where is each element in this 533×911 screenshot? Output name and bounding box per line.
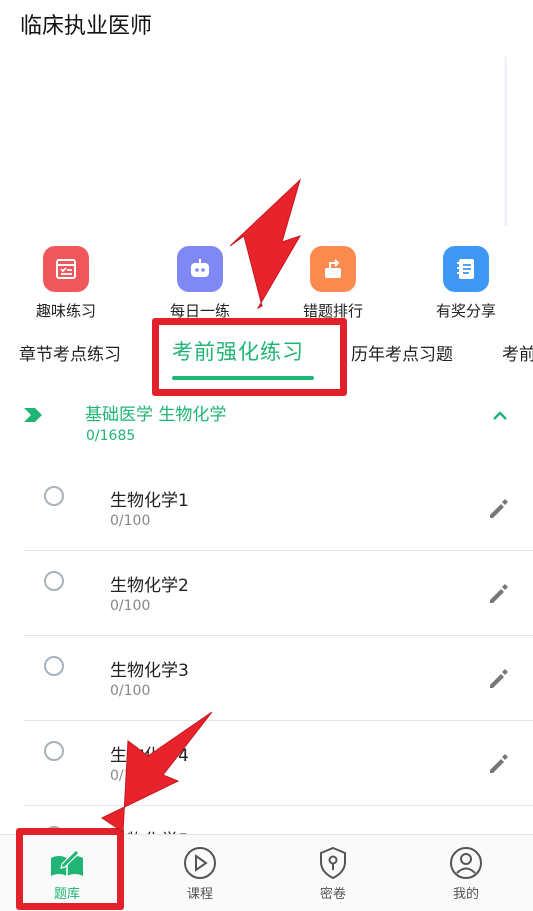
- play-circle-icon: [180, 845, 220, 881]
- highlight-box-nav: [16, 828, 124, 910]
- highlight-box-tab: [152, 318, 347, 396]
- list-item-title: 生物化学1: [110, 491, 189, 511]
- list-item[interactable]: 生物化学2 0/100: [0, 551, 533, 636]
- secret-paper-icon: [313, 845, 353, 881]
- user-icon: [446, 845, 486, 881]
- quick-action-share-reward[interactable]: 有奖分享: [418, 246, 514, 321]
- list-item[interactable]: 生物化学4 0/100: [0, 721, 533, 806]
- section-header[interactable]: 基础医学 生物化学 0/1685: [0, 394, 533, 450]
- list-item-title: 生物化学2: [110, 576, 189, 596]
- nav-label: 密卷: [319, 887, 346, 902]
- pencil-icon[interactable]: [486, 666, 512, 696]
- list-item[interactable]: 生物化学1 0/100: [0, 466, 533, 551]
- list-item-count: 0/100: [110, 683, 151, 699]
- nav-label: 课程: [186, 887, 213, 902]
- quiz-list-icon: [43, 246, 89, 292]
- progress-circle-icon: [44, 571, 64, 591]
- banner[interactable]: [0, 44, 533, 234]
- nav-item-profile[interactable]: 我的: [416, 835, 516, 911]
- list-item-count: 0/100: [110, 513, 151, 529]
- section-title: 基础医学 生物化学: [85, 405, 227, 425]
- flag-icon: [22, 406, 44, 428]
- tab-chapter-practice[interactable]: 章节考点练习: [19, 340, 121, 365]
- section-count: 0/1685: [86, 428, 136, 444]
- progress-circle-icon: [44, 741, 64, 761]
- tab-pre-exam-more[interactable]: 考前: [502, 340, 533, 365]
- robot-icon: [177, 246, 223, 292]
- banner-scroll-edge: [503, 56, 507, 226]
- tab-past-exam-questions[interactable]: 历年考点习题: [351, 340, 453, 365]
- list-item[interactable]: 生物化学3 0/100: [0, 636, 533, 721]
- nav-item-courses[interactable]: 课程: [150, 835, 250, 911]
- nav-item-secret-papers[interactable]: 密卷: [283, 835, 383, 911]
- quick-action-daily-practice[interactable]: 每日一练: [152, 246, 248, 321]
- quick-action-fun-practice[interactable]: 趣味练习: [18, 246, 114, 321]
- quick-action-wrong-ranking[interactable]: 错题排行: [285, 246, 381, 321]
- pencil-icon[interactable]: [486, 496, 512, 526]
- progress-circle-icon: [44, 656, 64, 676]
- share-box-icon: [310, 246, 356, 292]
- progress-circle-icon: [44, 486, 64, 506]
- quick-actions: 趣味练习 每日一练 错题排行 有奖分享: [0, 246, 533, 322]
- notebook-icon: [443, 246, 489, 292]
- list-item-title: 生物化学4: [110, 746, 189, 766]
- quick-action-label: 有奖分享: [435, 302, 496, 320]
- pencil-icon[interactable]: [486, 751, 512, 781]
- list-item-title: 生物化学3: [110, 661, 189, 681]
- nav-label: 我的: [452, 887, 479, 902]
- list-item-count: 0/100: [110, 768, 151, 784]
- chevron-up-icon[interactable]: [490, 408, 510, 427]
- quick-action-label: 趣味练习: [35, 302, 96, 320]
- page-title: 临床执业医师: [20, 14, 153, 39]
- pencil-icon[interactable]: [486, 581, 512, 611]
- list-item-count: 0/100: [110, 598, 151, 614]
